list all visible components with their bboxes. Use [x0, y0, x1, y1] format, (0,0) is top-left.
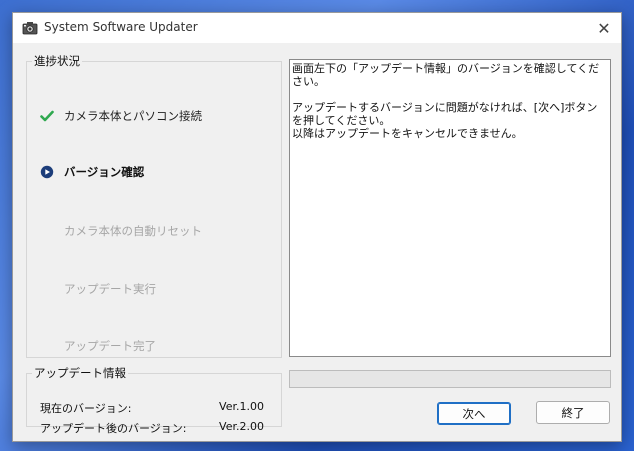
after-version-label: アップデート後のバージョン:: [40, 422, 187, 435]
finish-button[interactable]: 終了: [536, 401, 610, 424]
progress-legend: 進捗状況: [34, 54, 80, 68]
close-icon: ✕: [597, 18, 611, 38]
step-label: カメラ本体の自動リセット: [64, 224, 202, 238]
update-info-legend: アップデート情報: [34, 366, 126, 380]
progress-group: 進捗状況 カメラ本体とパソコン接続 バージョン確認 カメラ本体の自動リセット ア…: [26, 53, 282, 358]
camera-app-icon: [22, 22, 38, 35]
close-button[interactable]: ✕: [587, 13, 621, 43]
updater-window: System Software Updater ✕ 進捗状況 カメラ本体とパソコ…: [12, 12, 622, 442]
window-title: System Software Updater: [44, 20, 198, 34]
current-version-value: Ver.1.00: [219, 400, 264, 413]
step-label: バージョン確認: [64, 165, 145, 179]
message-box[interactable]: 画面左下の「アップデート情報」のバージョンを確認してください。 アップデートする…: [289, 59, 611, 357]
message-line: アップデートするバージョンに問題がなければ、[次へ]ボタンを押してください。: [292, 101, 598, 127]
next-button[interactable]: 次へ: [437, 402, 511, 425]
step-label: アップデート実行: [64, 282, 156, 296]
update-progress-bar: [289, 370, 611, 388]
title-bar[interactable]: System Software Updater ✕: [13, 13, 621, 43]
step-label: カメラ本体とパソコン接続: [64, 109, 202, 123]
current-version-label: 現在のバージョン:: [40, 402, 132, 415]
checkmark-icon: [40, 110, 54, 122]
message-line: 以降はアップデートをキャンセルできません。: [292, 127, 523, 140]
message-line: 画面左下の「アップデート情報」のバージョンを確認してください。: [292, 62, 600, 88]
update-info-group: アップデート情報 現在のバージョン: Ver.1.00 アップデート後のバージョ…: [26, 365, 282, 435]
play-circle-icon: [40, 165, 54, 179]
after-version-value: Ver.2.00: [219, 420, 264, 433]
step-label: アップデート完了: [64, 339, 156, 353]
